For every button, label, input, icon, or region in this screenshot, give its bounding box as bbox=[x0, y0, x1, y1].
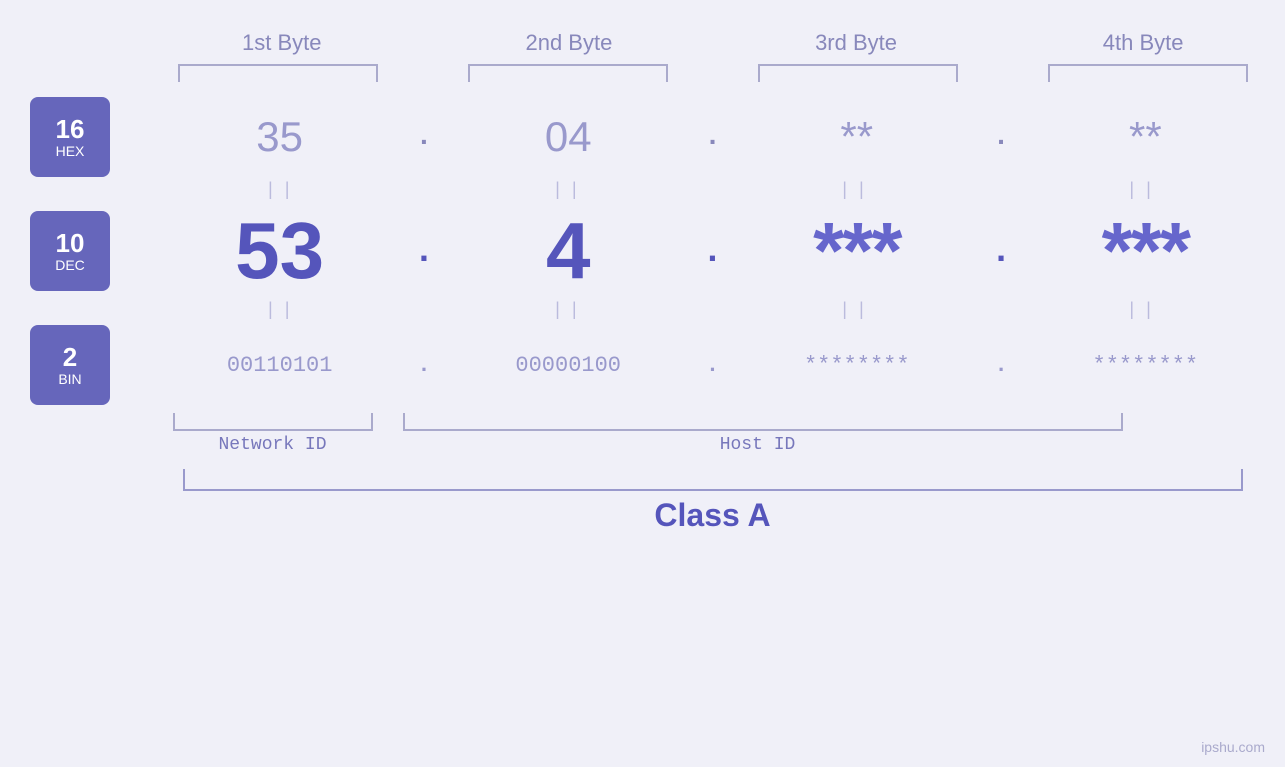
eq5: || bbox=[172, 301, 392, 321]
bottom-bracket-host bbox=[403, 413, 1123, 431]
dec-byte2: 4 bbox=[458, 205, 678, 297]
class-label: Class A bbox=[183, 497, 1243, 534]
dec-byte3: *** bbox=[747, 205, 967, 297]
eq1: || bbox=[172, 181, 392, 201]
dec-byte4: *** bbox=[1035, 205, 1255, 297]
hex-badge: 16 HEX bbox=[30, 97, 110, 177]
dec-badge: 10 DEC bbox=[30, 211, 110, 291]
eq6: || bbox=[459, 301, 679, 321]
class-bracket-container bbox=[183, 469, 1243, 491]
bin-dot2: . bbox=[697, 353, 727, 378]
dec-byte1: 53 bbox=[170, 205, 390, 297]
byte2-header: 2nd Byte bbox=[459, 30, 679, 56]
watermark: ipshu.com bbox=[1201, 739, 1265, 755]
hex-byte3: ** bbox=[747, 113, 967, 161]
bin-byte1: 00110101 bbox=[170, 353, 390, 378]
bin-byte4: ******** bbox=[1035, 353, 1255, 378]
byte4-header: 4th Byte bbox=[1033, 30, 1253, 56]
eq3: || bbox=[746, 181, 966, 201]
bin-badge: 2 BIN bbox=[30, 325, 110, 405]
bin-byte2: 00000100 bbox=[458, 353, 678, 378]
hex-dot1: . bbox=[409, 122, 439, 153]
hex-byte2: 04 bbox=[458, 113, 678, 161]
bottom-bracket-network bbox=[173, 413, 373, 431]
dec-dot1: . bbox=[409, 231, 439, 272]
bracket-byte1 bbox=[178, 64, 378, 82]
bin-byte3: ******** bbox=[747, 353, 967, 378]
hex-dot3: . bbox=[986, 122, 1016, 153]
bin-dot1: . bbox=[409, 353, 439, 378]
network-id-label: Network ID bbox=[163, 435, 383, 455]
bracket-byte2 bbox=[468, 64, 668, 82]
bracket-byte4 bbox=[1048, 64, 1248, 82]
hex-dot2: . bbox=[697, 122, 727, 153]
bin-row: 2 BIN 00110101 . 00000100 . ******** . *… bbox=[0, 325, 1285, 405]
bin-dot3: . bbox=[986, 353, 1016, 378]
dec-row: 10 DEC 53 . 4 . *** . *** bbox=[0, 205, 1285, 297]
hex-row: 16 HEX 35 . 04 . ** . ** bbox=[0, 97, 1285, 177]
hex-byte4: ** bbox=[1035, 113, 1255, 161]
byte1-header: 1st Byte bbox=[172, 30, 392, 56]
eq8: || bbox=[1033, 301, 1253, 321]
byte3-header: 3rd Byte bbox=[746, 30, 966, 56]
eq7: || bbox=[746, 301, 966, 321]
eq2: || bbox=[459, 181, 679, 201]
eq4: || bbox=[1033, 181, 1253, 201]
dec-dot3: . bbox=[986, 231, 1016, 272]
hex-byte1: 35 bbox=[170, 113, 390, 161]
bracket-byte3 bbox=[758, 64, 958, 82]
main-container: 1st Byte 2nd Byte 3rd Byte 4th Byte 16 H… bbox=[0, 0, 1285, 767]
host-id-label: Host ID bbox=[383, 435, 1133, 455]
dec-dot2: . bbox=[697, 231, 727, 272]
